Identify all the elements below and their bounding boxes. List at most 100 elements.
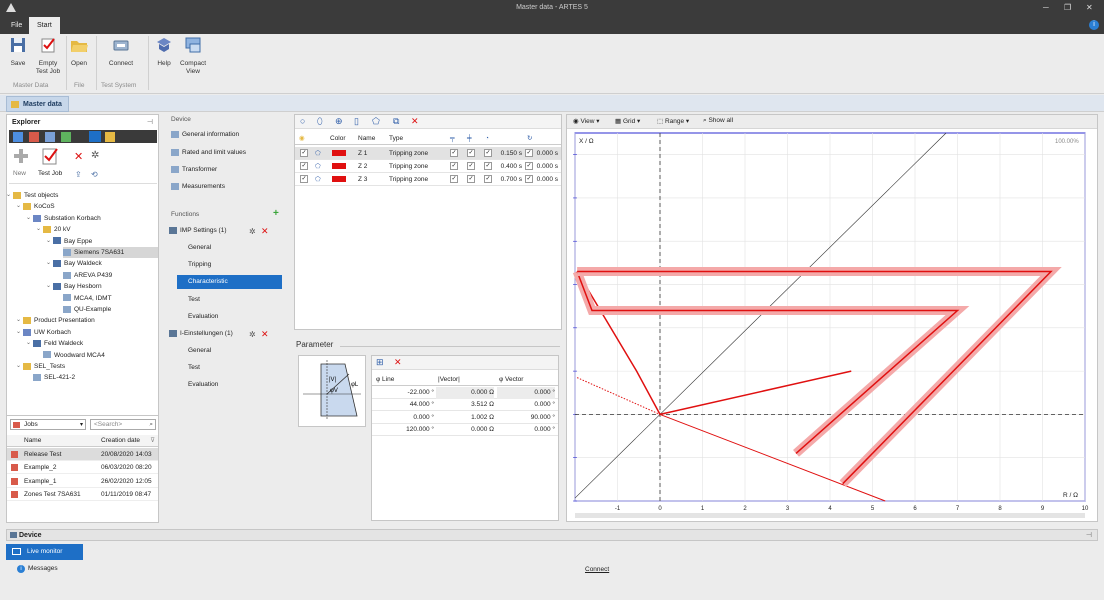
view-objects-icon[interactable] [13, 132, 23, 142]
save-button[interactable]: Save [6, 36, 30, 68]
circle-shape-icon[interactable]: ○ [300, 116, 305, 126]
view-templates-icon[interactable] [61, 132, 71, 142]
zone-block-checkbox[interactable]: ✓ [467, 162, 475, 170]
remove-function-icon[interactable]: ✕ [261, 329, 269, 340]
function-imp-settings[interactable]: IMP Settings (1) [169, 224, 226, 238]
table-row[interactable]: 44.000 ° 3.512 Ω 0.000 ° [372, 399, 558, 412]
param-vector-angle[interactable]: 0.000 ° [497, 399, 555, 411]
messages-item[interactable]: i Messages [17, 565, 58, 573]
add-row-icon[interactable]: ⊞ [376, 357, 384, 368]
param-vector[interactable]: 0.000 Ω [436, 424, 494, 436]
param-line-angle[interactable]: 0.000 ° [376, 412, 434, 424]
table-row[interactable]: ✓ ⬠ Z 2 Tripping zone ✓ ✓ ✓ 0.400 s ✓ 0.000 s [295, 160, 561, 173]
table-row[interactable]: Release Test 20/08/2020 14:03 [7, 448, 158, 461]
tree-item[interactable]: ⌄ Bay Waldeck [46, 258, 102, 269]
zone-trip-checkbox[interactable]: ✓ [450, 175, 458, 183]
tree-item[interactable]: QU-Example [63, 304, 111, 315]
zone-reset-checkbox[interactable]: ✓ [525, 149, 533, 157]
polygon-shape-icon[interactable]: ⬠ [372, 116, 380, 127]
param-vector-angle[interactable]: 0.000 ° [497, 387, 555, 399]
table-row[interactable]: ✓ ⬠ Z 1 Tripping zone ✓ ✓ ✓ 0.150 s ✓ 0.000 s [295, 147, 561, 160]
param-vector-angle[interactable]: 90.000 ° [497, 412, 555, 424]
table-row[interactable]: Zones Test 7SA631 01/11/2019 08:47 [7, 488, 158, 501]
col-creation-date[interactable]: Creation date [101, 435, 140, 447]
pin-icon[interactable]: ⊣ [1086, 530, 1092, 541]
zone-visible-checkbox[interactable]: ✓ [300, 162, 308, 170]
minimize-icon[interactable]: ─ [1043, 3, 1049, 12]
tree-item[interactable]: ⌄ SEL_Tests [16, 361, 65, 372]
close-icon[interactable]: ✕ [1086, 3, 1093, 12]
zone-time-checkbox[interactable]: ✓ [484, 175, 492, 183]
import-icon[interactable]: ⇪ [75, 170, 82, 179]
chevron-down-icon[interactable]: ⌄ [16, 315, 21, 326]
jobs-dropdown[interactable]: Jobs ▾ [10, 419, 86, 430]
zone-visible-checkbox[interactable]: ✓ [300, 175, 308, 183]
tree-item[interactable]: Siemens 7SA631 [63, 247, 158, 258]
delete-row-icon[interactable]: ✕ [394, 357, 402, 368]
chevron-down-icon[interactable]: ⌄ [46, 236, 51, 247]
chevron-down-icon[interactable]: ⌄ [6, 190, 11, 201]
chevron-down-icon[interactable]: ⌄ [46, 258, 51, 269]
info-icon[interactable]: i [1089, 20, 1099, 30]
param-vector-angle[interactable]: 0.000 ° [497, 424, 555, 436]
param-vector[interactable]: 3.512 Ω [436, 399, 494, 411]
remove-function-icon[interactable]: ✕ [261, 226, 269, 237]
delete-icon[interactable]: ✕ [74, 150, 83, 163]
imp-item-general[interactable]: General [188, 241, 211, 255]
imp-item-test[interactable]: Test [188, 293, 200, 307]
table-row[interactable]: -22.000 ° 0.000 Ω 0.000 ° [372, 387, 558, 399]
empty-test-job-button[interactable]: Empty Test Job [33, 36, 63, 76]
tree-item[interactable]: Woodward MCA4 [43, 350, 105, 361]
col-name[interactable]: Name [358, 132, 375, 145]
table-row[interactable]: Example_2 06/03/2020 08:20 [7, 461, 158, 475]
filter-icon[interactable]: ⊽ [150, 435, 155, 447]
zone-reset-checkbox[interactable]: ✓ [525, 162, 533, 170]
col-color[interactable]: Color [330, 132, 346, 145]
chevron-down-icon[interactable]: ⌄ [46, 281, 51, 292]
table-row[interactable]: ✓ ⬠ Z 3 Tripping zone ✓ ✓ ✓ 0.700 s ✓ 0.000 s [295, 173, 561, 186]
zone-trip-checkbox[interactable]: ✓ [450, 149, 458, 157]
view-menu[interactable]: ◉ View ▾ [573, 117, 600, 125]
test-job-button[interactable] [41, 147, 59, 165]
tree-item[interactable]: ⌄ Substation Korbach [26, 213, 101, 224]
ellipse-shape-icon[interactable]: ⬯ [317, 116, 323, 127]
param-line-angle[interactable]: 120.000 ° [376, 424, 434, 436]
zone-block-checkbox[interactable]: ✓ [467, 175, 475, 183]
rectangle-shape-icon[interactable]: ▯ [354, 116, 359, 127]
function-i-einstellungen[interactable]: I-Einstellungen (1) [169, 327, 233, 341]
i-item-evaluation[interactable]: Evaluation [188, 378, 218, 392]
zone-color-swatch[interactable] [332, 176, 346, 182]
chevron-down-icon[interactable]: ⌄ [36, 224, 41, 235]
tree-item[interactable]: ⌄ Bay Hesborn [46, 281, 102, 292]
connect-button[interactable]: Connect [106, 36, 136, 68]
tree-item[interactable]: ⌄ KoCoS [16, 201, 55, 212]
tree-item[interactable]: ⌄ Product Presentation [16, 315, 95, 326]
i-item-general[interactable]: General [188, 344, 211, 358]
i-item-test[interactable]: Test [188, 361, 200, 375]
chevron-down-icon[interactable]: ⌄ [26, 338, 31, 349]
zone-visible-checkbox[interactable]: ✓ [300, 149, 308, 157]
zone-reset-checkbox[interactable]: ✓ [525, 175, 533, 183]
chevron-down-icon[interactable]: ⌄ [16, 327, 21, 338]
imp-item-tripping[interactable]: Tripping [188, 258, 211, 272]
tree-item[interactable]: ⌄ UW Korbach [16, 327, 71, 338]
settings-icon[interactable]: ✲ [91, 150, 99, 161]
tab-master-data[interactable]: Master data [6, 96, 69, 112]
tab-start[interactable]: Start [29, 17, 60, 34]
view-archive-icon[interactable] [105, 132, 115, 142]
live-monitor-button[interactable]: Live monitor [6, 544, 83, 560]
device-item-transformer[interactable]: Transformer [171, 163, 217, 177]
col-phi-vector[interactable]: φ Vector [499, 374, 523, 386]
param-vector[interactable]: 1.002 Ω [436, 412, 494, 424]
table-row[interactable]: 120.000 ° 0.000 Ω 0.000 ° [372, 424, 558, 436]
tree-item[interactable]: ⌄ 20 kV [36, 224, 71, 235]
view-tree-icon[interactable] [89, 131, 101, 142]
pin-icon[interactable]: ⊣ [147, 118, 153, 126]
tree-item[interactable]: ⌄ Feld Waldeck [26, 338, 83, 349]
range-menu[interactable]: ⬚ Range ▾ [657, 117, 689, 125]
tab-file[interactable]: File [3, 17, 30, 34]
tree-item[interactable]: ⌄ Bay Eppe [46, 236, 92, 247]
compact-view-button[interactable]: Compact View [179, 36, 207, 76]
table-row[interactable]: 0.000 ° 1.002 Ω 90.000 ° [372, 412, 558, 424]
delete-zone-icon[interactable]: ✕ [411, 116, 419, 127]
